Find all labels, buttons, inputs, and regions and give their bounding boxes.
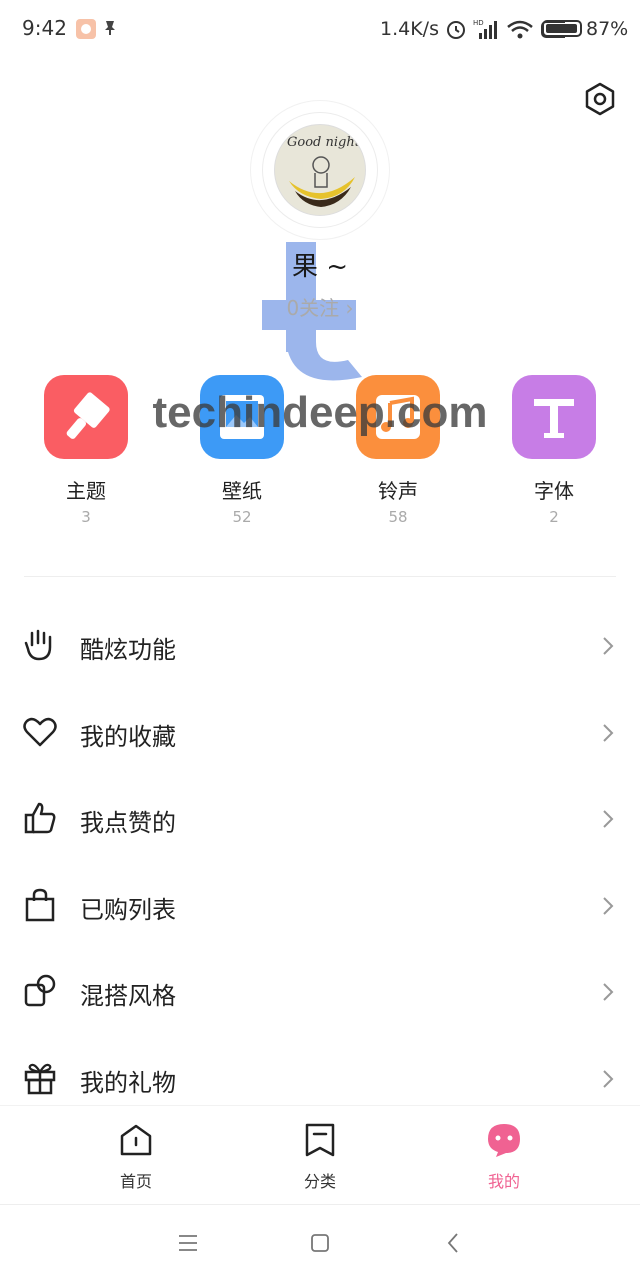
divider xyxy=(24,576,616,577)
menu-item-purchased[interactable]: 已购列表 xyxy=(0,862,640,948)
nav-home[interactable]: 首页 xyxy=(76,1118,196,1194)
nav-label: 分类 xyxy=(303,1172,336,1191)
mix-style-icon xyxy=(24,974,56,1007)
follow-count-link[interactable]: 0关注 › xyxy=(0,292,640,321)
category-label: 铃声 xyxy=(378,479,418,503)
shopping-bag-icon xyxy=(25,888,55,922)
bottom-navigation: 首页 分类 我的 xyxy=(0,1105,640,1203)
watermark-text: techindeep.com xyxy=(152,388,488,437)
nav-category[interactable]: 分类 xyxy=(260,1118,380,1194)
menu-item-favorites[interactable]: 我的收藏 xyxy=(0,689,640,775)
menu-item-cool-features[interactable]: 酷炫功能 xyxy=(0,602,640,688)
category-icon xyxy=(305,1123,335,1157)
back-arrow-icon[interactable] xyxy=(442,1231,466,1255)
nav-label: 首页 xyxy=(119,1172,152,1191)
category-count: 2 xyxy=(549,508,559,526)
banana-boat-icon xyxy=(289,156,355,207)
avatar[interactable]: Good night xyxy=(274,124,366,216)
chevron-right-icon xyxy=(603,897,614,915)
nav-mine[interactable]: 我的 xyxy=(444,1118,564,1194)
svg-text:HD: HD xyxy=(473,19,484,27)
menu-label: 已购列表 xyxy=(80,896,176,924)
settings-button[interactable] xyxy=(583,82,617,116)
notification-app-icon xyxy=(76,19,96,39)
gift-icon xyxy=(24,1063,56,1095)
home-icon xyxy=(120,1124,152,1156)
battery-percentage: 87% xyxy=(586,18,629,40)
menu-item-liked[interactable]: 我点赞的 xyxy=(0,775,640,861)
menu-item-mix-style[interactable]: 混搭风格 xyxy=(0,948,640,1034)
pin-icon xyxy=(105,21,115,35)
thumbs-up-icon xyxy=(24,802,56,834)
menu-label: 酷炫功能 xyxy=(80,636,176,664)
menu-label: 我点赞的 xyxy=(80,809,176,837)
menu-label: 混搭风格 xyxy=(80,982,176,1010)
category-count: 52 xyxy=(232,508,252,526)
heart-icon xyxy=(23,717,57,747)
chevron-right-icon xyxy=(603,1070,614,1088)
category-count: 58 xyxy=(388,508,408,526)
username[interactable]: 果 ~ xyxy=(0,246,640,283)
menu-lines-icon[interactable] xyxy=(176,1231,200,1255)
home-square-icon[interactable] xyxy=(308,1231,332,1255)
category-label: 字体 xyxy=(534,479,574,503)
chevron-right-icon xyxy=(603,810,614,828)
network-speed: 1.4K/s xyxy=(380,18,439,40)
category-label: 主题 xyxy=(66,479,106,503)
system-navigation-bar xyxy=(0,1204,640,1280)
hand-gesture-icon xyxy=(24,629,52,661)
chevron-right-icon xyxy=(603,983,614,1001)
category-count: 3 xyxy=(81,508,91,526)
chevron-right-icon xyxy=(603,637,614,655)
profile-face-icon xyxy=(488,1124,520,1157)
category-label: 壁纸 xyxy=(222,479,262,503)
status-time: 9:42 xyxy=(22,16,67,40)
nav-label: 我的 xyxy=(487,1172,520,1191)
chevron-right-icon xyxy=(603,724,614,742)
battery-icon xyxy=(542,20,582,37)
menu-label: 我的礼物 xyxy=(80,1069,176,1097)
menu-label: 我的收藏 xyxy=(80,723,176,751)
